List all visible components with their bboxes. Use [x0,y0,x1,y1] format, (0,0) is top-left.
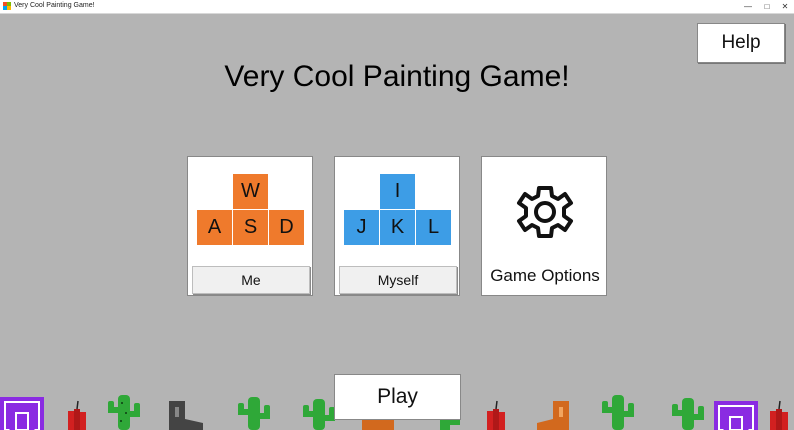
player-two-button[interactable]: Myself [339,266,457,294]
key-left: A [197,210,232,245]
cactus-sprite [303,399,335,430]
dynamite-sprite [68,400,86,430]
cactus-sprite [238,397,270,430]
key-right: L [416,210,451,245]
player-two-card: I J K L Myself [334,156,460,296]
spiral-tile [714,401,758,430]
key-up: I [380,174,415,209]
play-button[interactable]: Play [334,374,461,420]
boot-sprite [362,420,394,430]
app-icon [3,2,11,10]
key-right: D [269,210,304,245]
game-options-card[interactable]: Game Options [481,156,607,296]
game-title: Very Cool Painting Game! [224,60,570,93]
dynamite-sprite [487,400,505,430]
player-one-button[interactable]: Me [192,266,310,294]
player-one-card: W A S D Me [187,156,313,296]
key-left: J [344,210,379,245]
close-button[interactable]: ✕ [774,0,794,13]
gear-icon [517,186,573,238]
window-title: Very Cool Painting Game! [14,2,95,9]
cactus-sprite [108,395,140,430]
boot-sprite [537,401,569,430]
spiral-tile [0,397,44,430]
key-down: S [233,210,268,245]
cactus-sprite [602,395,634,430]
window-titlebar: Very Cool Painting Game! — □ ✕ [0,0,794,14]
boot-sprite [169,401,203,430]
cactus-sprite [672,398,704,430]
key-down: K [380,210,415,245]
game-options-label: Game Options [490,266,600,285]
dynamite-sprite [770,400,788,430]
help-button[interactable]: Help [697,23,785,63]
key-up: W [233,174,268,209]
